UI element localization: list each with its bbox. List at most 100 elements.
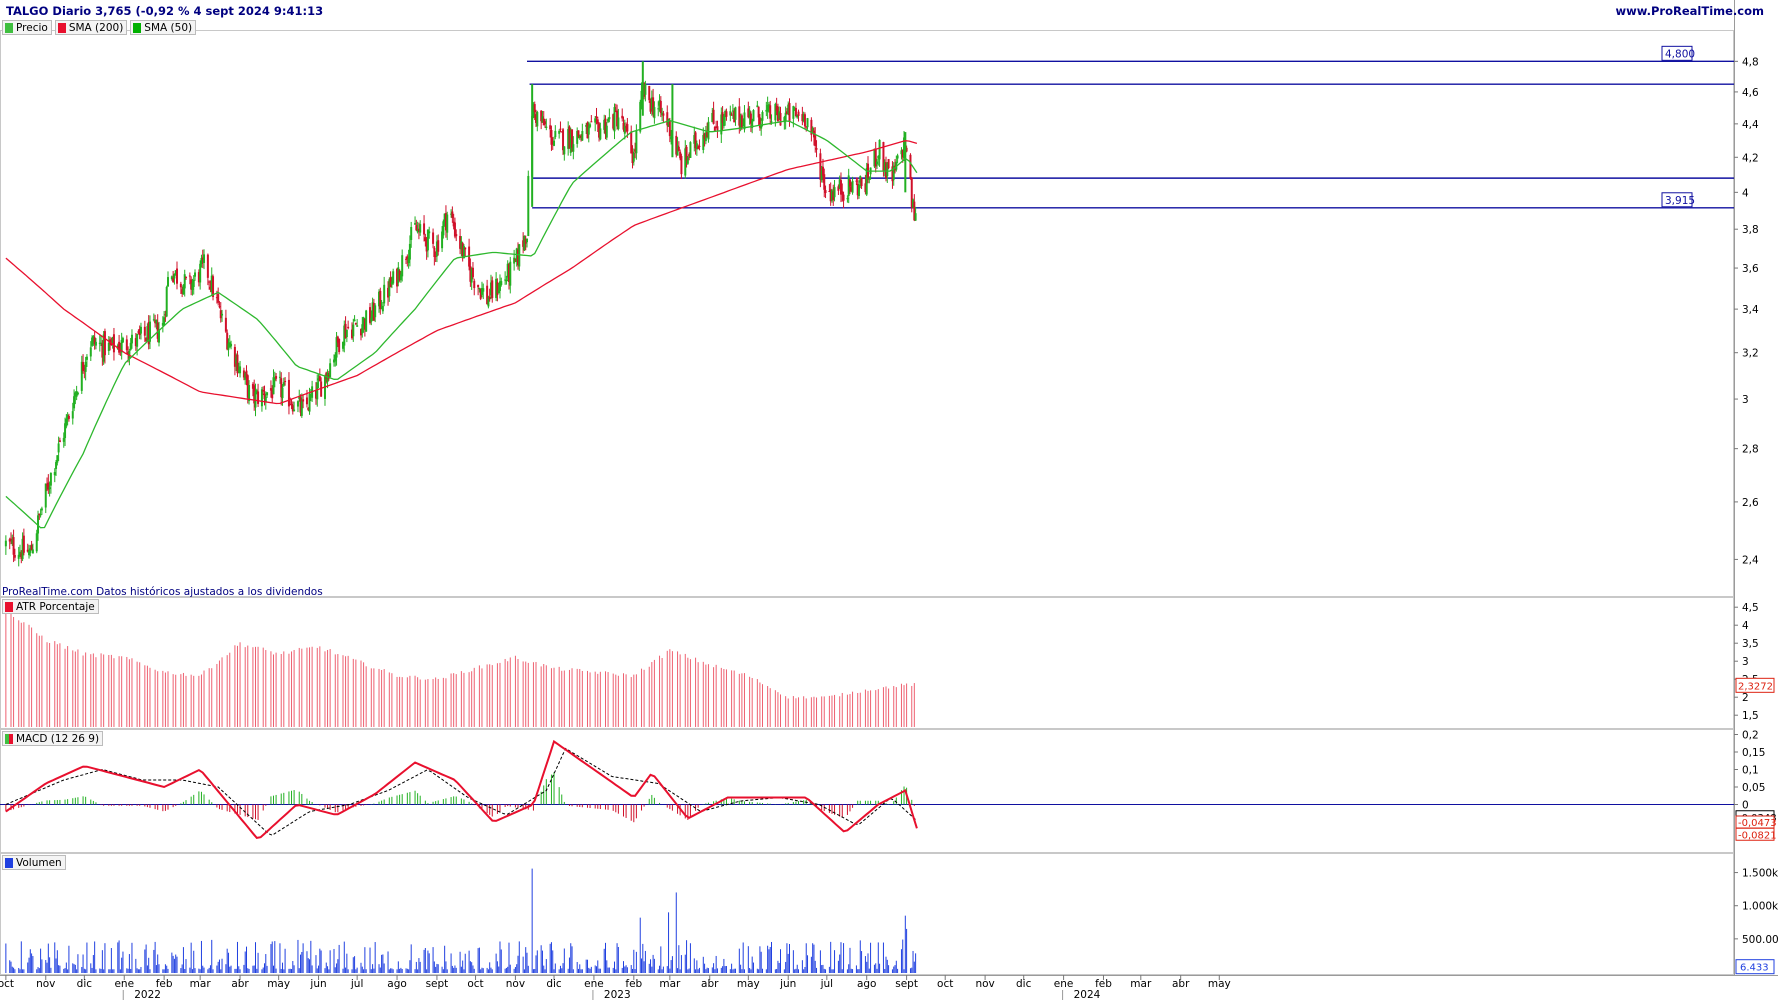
x-month-label: feb xyxy=(625,978,642,990)
candle-body xyxy=(352,324,355,337)
candle-body xyxy=(281,387,284,399)
candle-body xyxy=(857,184,860,197)
candle-body xyxy=(392,271,395,284)
x-month-label: may xyxy=(737,978,760,990)
x-month-label: oct xyxy=(0,978,14,990)
atr-value-label: 2,3272 xyxy=(1738,681,1773,692)
candle-body xyxy=(67,415,70,419)
site-link[interactable]: www.ProRealTime.com xyxy=(1615,4,1764,18)
legend-item-price[interactable]: Precio xyxy=(2,20,52,35)
candle-body xyxy=(192,279,195,287)
candle-body xyxy=(329,363,332,378)
candle-body xyxy=(423,223,426,235)
candle-body xyxy=(71,411,74,419)
candle-body xyxy=(632,152,635,162)
candle-body xyxy=(734,107,737,120)
legend-item-sma50[interactable]: SMA (50) xyxy=(130,20,197,35)
candle-body xyxy=(712,109,715,124)
candle-body xyxy=(293,409,296,412)
price-ytick-label: 2,4 xyxy=(1742,554,1759,566)
candle-body xyxy=(876,161,879,165)
candle-body xyxy=(770,121,773,123)
macd-ytick-label: 0,2 xyxy=(1742,730,1759,742)
candle-body xyxy=(668,120,671,137)
candle-body xyxy=(12,537,15,555)
candle-body xyxy=(410,226,413,240)
panel-frame-3 xyxy=(0,853,1734,975)
macd-panel xyxy=(0,739,1734,839)
candle-body xyxy=(82,362,85,372)
atr-ytick-label: 3 xyxy=(1742,656,1749,668)
candle-body xyxy=(596,119,599,124)
candle-body xyxy=(497,290,500,294)
legend-label: Volumen xyxy=(16,856,62,869)
candle-body xyxy=(381,305,384,312)
candle-body xyxy=(757,106,760,118)
sma50-line xyxy=(5,119,918,529)
candle-body xyxy=(230,343,233,347)
legend-label: MACD (12 26 9) xyxy=(16,732,100,745)
candle-body xyxy=(446,214,449,233)
candle-body xyxy=(595,116,598,118)
candle-body xyxy=(89,347,92,357)
volume-legend: Volumen xyxy=(2,855,66,870)
macd-ytick-label: 0,1 xyxy=(1742,765,1759,777)
legend-label: SMA (200) xyxy=(68,21,124,34)
candle-body xyxy=(689,142,692,158)
candle-body xyxy=(599,128,602,140)
x-month-label: nov xyxy=(506,978,525,990)
candle-body xyxy=(179,283,182,288)
candle-body xyxy=(73,396,76,409)
candle-body xyxy=(896,155,899,159)
legend-item-atr[interactable]: ATR Porcentaje xyxy=(2,599,99,614)
candle-body xyxy=(185,276,188,278)
candle-body xyxy=(607,119,610,122)
candle-body xyxy=(125,339,128,351)
x-month-label: dic xyxy=(546,978,562,990)
candle-body xyxy=(65,418,68,427)
candle-body xyxy=(792,106,795,119)
macd-line xyxy=(5,739,918,839)
price-panel xyxy=(4,60,1734,567)
candle-body xyxy=(587,126,590,135)
macd-value-label: -0,0821 xyxy=(1738,830,1777,841)
candle-body xyxy=(639,101,642,132)
candle-body xyxy=(846,198,849,200)
x-month-label: feb xyxy=(1095,978,1112,990)
legend-item-sma200[interactable]: SMA (200) xyxy=(54,20,128,35)
x-month-label: dic xyxy=(77,978,93,990)
candle-body xyxy=(62,437,65,442)
legend-item-macd[interactable]: MACD (12 26 9) xyxy=(2,731,104,746)
candle-body xyxy=(266,392,269,396)
legend-item-volume[interactable]: Volumen xyxy=(2,855,66,870)
x-month-label: sept xyxy=(895,978,918,990)
candle-body xyxy=(165,286,168,317)
candle-body xyxy=(365,310,368,332)
candle-body xyxy=(659,100,662,114)
x-month-label: may xyxy=(1208,978,1231,990)
candle-body xyxy=(49,472,52,486)
chart-canvas: 2,4 2,6 2,8 3 3,2 3,4 3,6 3,8 4 4,2 4,4 4,6 4,8 4,800… xyxy=(0,0,1778,1000)
macd-signal-line xyxy=(5,747,918,836)
macd-ytick-label: 0 xyxy=(1742,800,1749,812)
candle-body xyxy=(824,190,827,194)
candle-body xyxy=(482,288,485,292)
candle-body xyxy=(526,238,529,243)
candle-body xyxy=(48,487,51,490)
candle-body xyxy=(224,317,227,332)
candle-body xyxy=(44,483,47,508)
candle-body xyxy=(630,131,633,154)
x-month-label: nov xyxy=(975,978,994,990)
x-month-label: sept xyxy=(426,978,449,990)
price-legend: Precio SMA (200) SMA (50) xyxy=(2,20,197,35)
candle-body xyxy=(4,540,7,547)
candle-body xyxy=(806,118,809,128)
candle-body xyxy=(788,103,791,122)
candle-body xyxy=(686,157,689,164)
macd-ytick-label: 0,05 xyxy=(1742,782,1765,794)
legend-label: ATR Porcentaje xyxy=(16,600,95,613)
price-ytick-label: 4 xyxy=(1742,187,1749,199)
candle-body xyxy=(842,194,845,201)
panel-frame-0 xyxy=(0,30,1734,597)
candle-body xyxy=(262,390,265,392)
